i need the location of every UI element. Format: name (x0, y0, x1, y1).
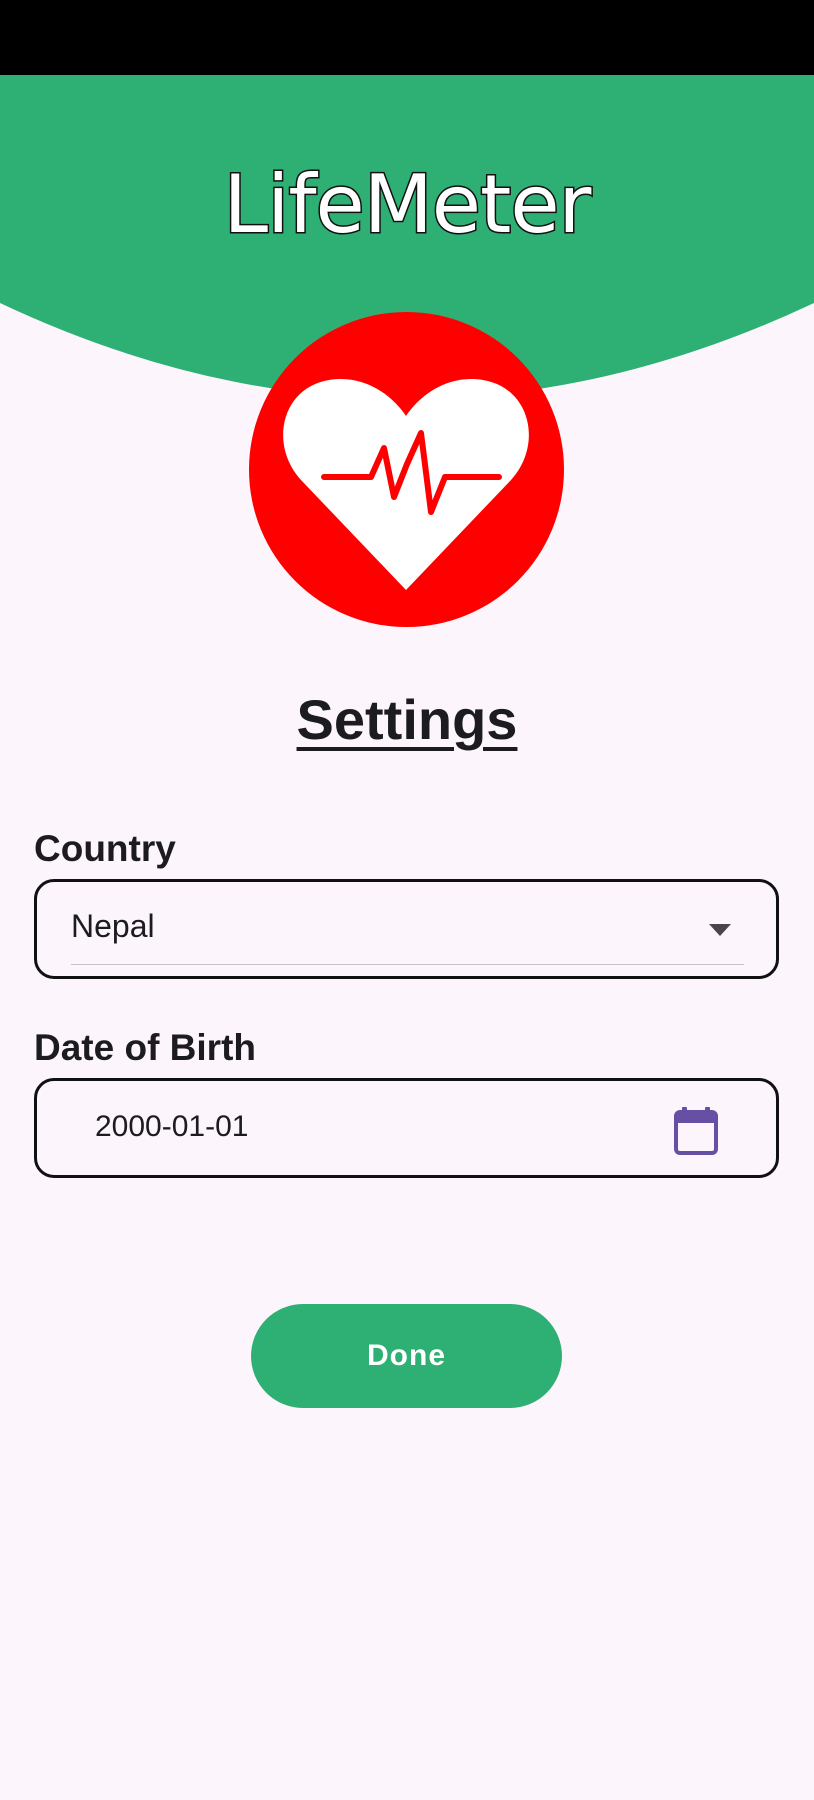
calendar-icon[interactable] (674, 1107, 718, 1155)
country-selected-value: Nepal (71, 908, 155, 944)
date-of-birth-field[interactable]: 2000-01-01 (34, 1078, 779, 1178)
country-select[interactable]: Nepal (34, 879, 779, 979)
status-bar (0, 0, 814, 75)
select-underline (71, 964, 744, 965)
page-title: Settings (296, 688, 518, 751)
heart-pulse-logo-icon (249, 312, 564, 627)
date-of-birth-label: Date of Birth (34, 1027, 256, 1068)
done-button[interactable]: Done (251, 1304, 562, 1408)
country-label: Country (34, 828, 176, 869)
app-title: LifeMeter (222, 157, 593, 253)
caret-down-icon[interactable] (708, 918, 732, 942)
date-of-birth-value: 2000-01-01 (95, 1110, 249, 1143)
